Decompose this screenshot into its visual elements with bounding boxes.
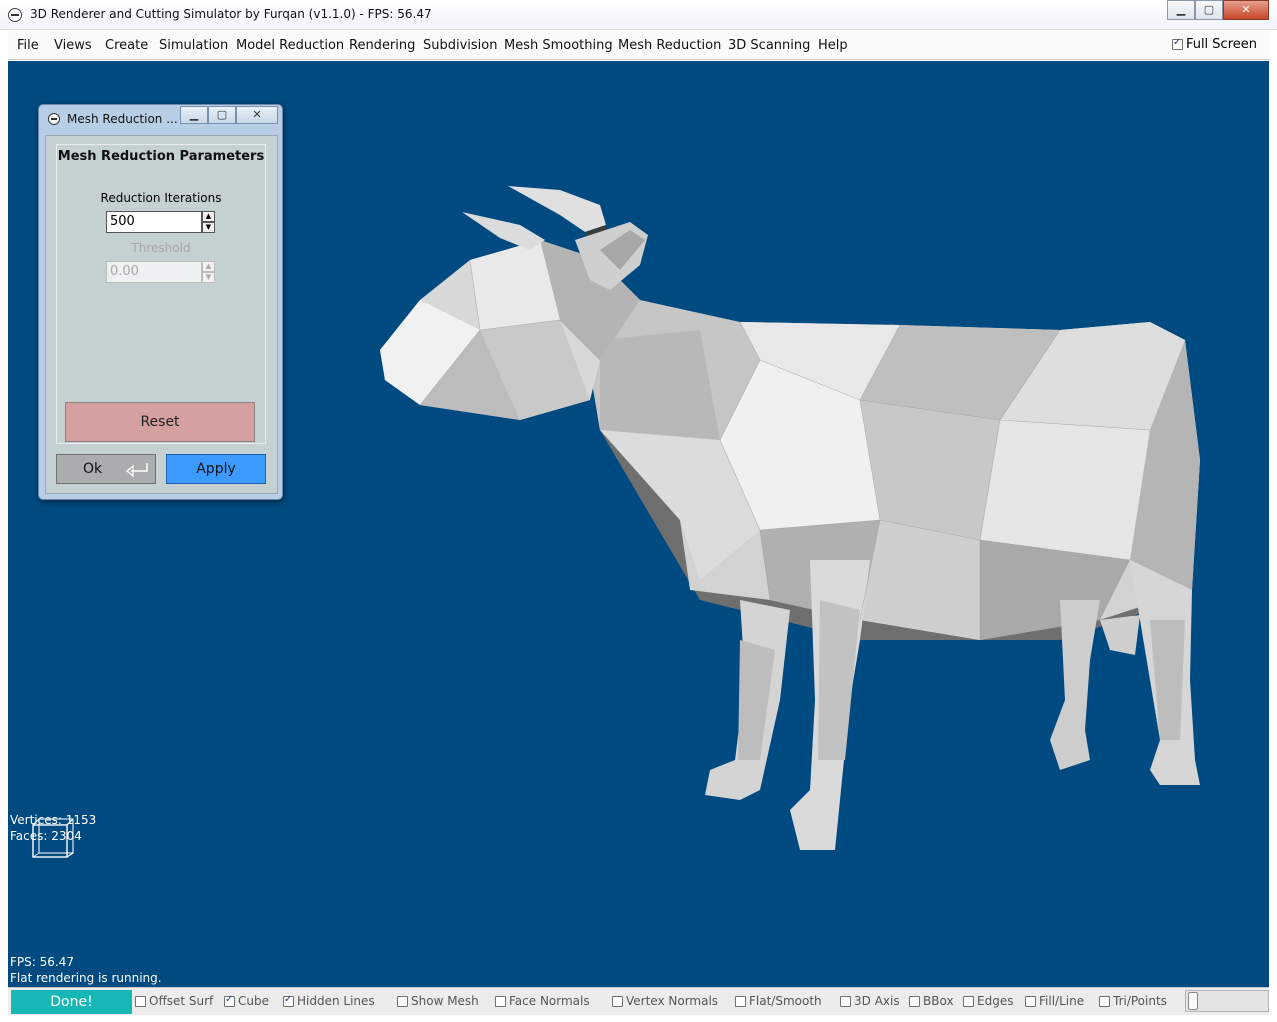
status-text: Flat rendering is running.	[10, 971, 162, 985]
mesh-reduction-dialog[interactable]: Mesh Reduction ... ▁ ▢ ✕ Mesh Reduction …	[38, 104, 283, 500]
dialog-app-icon	[48, 113, 60, 125]
dialog-close-button[interactable]: ✕	[236, 106, 278, 124]
fill-line-label: Fill/Line	[1039, 994, 1085, 1008]
apply-button[interactable]: Apply	[166, 454, 266, 484]
fullscreen-toggle[interactable]: Full Screen	[1171, 37, 1257, 52]
option-tri-points[interactable]: Tri/Points	[1099, 994, 1167, 1008]
option-cube[interactable]: Cube	[224, 994, 269, 1008]
hidden-lines-label: Hidden Lines	[297, 994, 375, 1008]
menu-help[interactable]: Help	[818, 38, 848, 53]
threshold-input[interactable]: 0.00	[106, 261, 202, 283]
iterations-spinbox[interactable]: 500 ▲ ▼	[106, 211, 216, 233]
slider-handle[interactable]	[1188, 992, 1198, 1010]
menu-bar: File Views Create Simulation Model Reduc…	[8, 31, 1269, 60]
menu-model-reduction[interactable]: Model Reduction	[236, 38, 344, 53]
threshold-spinbox[interactable]: 0.00 ▲ ▼	[106, 261, 216, 283]
option-show-mesh[interactable]: Show Mesh	[397, 994, 479, 1008]
hidden-lines-checkbox[interactable]	[283, 994, 294, 1007]
threshold-down-icon[interactable]: ▼	[202, 272, 215, 283]
dialog-maximize-button[interactable]: ▢	[208, 106, 236, 124]
tri-points-checkbox[interactable]	[1099, 995, 1110, 1007]
iterations-down-icon[interactable]: ▼	[202, 222, 215, 233]
reset-button[interactable]: Reset	[65, 402, 255, 442]
3d-axis-label: 3D Axis	[854, 994, 900, 1008]
option-face-normals[interactable]: Face Normals	[495, 994, 590, 1008]
iterations-label: Reduction Iterations	[100, 191, 222, 205]
maximize-button[interactable]: ▢	[1195, 0, 1223, 20]
menu-simulation[interactable]: Simulation	[159, 38, 228, 53]
threshold-label: Threshold	[131, 241, 191, 255]
dialog-controls: ▁ ▢ ✕	[180, 106, 278, 124]
vertex-normals-label: Vertex Normals	[626, 994, 719, 1008]
menu-file[interactable]: File	[17, 38, 39, 53]
orientation-cube-icon	[32, 818, 74, 858]
iterations-spin-arrows: ▲ ▼	[202, 211, 215, 233]
option-hidden-lines[interactable]: Hidden Lines	[283, 994, 375, 1008]
menu-subdivision[interactable]: Subdivision	[423, 38, 498, 53]
window-title: 3D Renderer and Cutting Simulator by Fur…	[30, 7, 432, 21]
offset-surf-label: Offset Surf	[149, 994, 214, 1008]
menu-mesh-reduction[interactable]: Mesh Reduction	[618, 38, 721, 53]
done-button[interactable]: Done!	[11, 990, 132, 1014]
dialog-title: Mesh Reduction ...	[67, 112, 178, 126]
option-flat-smooth[interactable]: Flat/Smooth	[735, 994, 822, 1008]
offset-surf-checkbox[interactable]	[135, 995, 146, 1007]
dialog-body: Mesh Reduction Parameters Reduction Iter…	[45, 135, 278, 494]
threshold-up-icon[interactable]: ▲	[202, 261, 215, 272]
menu-rendering[interactable]: Rendering	[349, 38, 415, 53]
option-3d-axis[interactable]: 3D Axis	[840, 994, 900, 1008]
fullscreen-checkbox[interactable]	[1171, 37, 1183, 50]
iterations-up-icon[interactable]: ▲	[202, 211, 215, 222]
bottom-toolbar: Done! Offset Surf Cube Hidden Lines Show…	[8, 987, 1269, 1015]
window-titlebar[interactable]: 3D Renderer and Cutting Simulator by Fur…	[0, 0, 1277, 30]
bbox-checkbox[interactable]	[909, 995, 920, 1007]
parameters-heading: Mesh Reduction Parameters	[57, 149, 265, 164]
option-vertex-normals[interactable]: Vertex Normals	[612, 994, 718, 1008]
edges-label: Edges	[977, 994, 1014, 1008]
menu-create[interactable]: Create	[105, 38, 148, 53]
show-mesh-label: Show Mesh	[411, 994, 479, 1008]
minimize-button[interactable]: ▁	[1167, 0, 1195, 20]
enter-key-icon	[125, 463, 148, 477]
option-offset-surf[interactable]: Offset Surf	[135, 994, 213, 1008]
window-controls: ▁ ▢ ✕	[1167, 0, 1269, 20]
menu-3d-scanning[interactable]: 3D Scanning	[728, 38, 810, 53]
iterations-input[interactable]: 500	[106, 211, 202, 233]
flat-smooth-checkbox[interactable]	[735, 995, 746, 1007]
cube-checkbox[interactable]	[224, 994, 235, 1007]
fps-readout: FPS: 56.47	[10, 955, 74, 969]
close-button[interactable]: ✕	[1223, 0, 1269, 20]
edges-checkbox[interactable]	[963, 995, 974, 1007]
dialog-titlebar[interactable]: Mesh Reduction ... ▁ ▢ ✕	[39, 105, 282, 131]
tri-points-label: Tri/Points	[1113, 994, 1167, 1008]
ok-button[interactable]: Ok	[56, 454, 156, 484]
option-edges[interactable]: Edges	[963, 994, 1013, 1008]
threshold-spin-arrows: ▲ ▼	[202, 261, 215, 283]
vertex-normals-checkbox[interactable]	[612, 995, 623, 1007]
parameters-group: Mesh Reduction Parameters Reduction Iter…	[56, 144, 266, 444]
option-fill-line[interactable]: Fill/Line	[1025, 994, 1084, 1008]
flat-smooth-label: Flat/Smooth	[749, 994, 822, 1008]
ok-button-label: Ok	[83, 461, 103, 477]
cube-label: Cube	[238, 994, 269, 1008]
app-icon	[8, 8, 22, 22]
menu-mesh-smoothing[interactable]: Mesh Smoothing	[504, 38, 613, 53]
fill-line-checkbox[interactable]	[1025, 995, 1036, 1007]
3d-axis-checkbox[interactable]	[840, 995, 851, 1007]
bbox-label: BBox	[923, 994, 954, 1008]
dialog-minimize-button[interactable]: ▁	[180, 106, 208, 124]
bottom-slider[interactable]	[1185, 990, 1269, 1012]
option-bbox[interactable]: BBox	[909, 994, 954, 1008]
face-normals-label: Face Normals	[509, 994, 590, 1008]
menu-views[interactable]: Views	[54, 38, 92, 53]
face-normals-checkbox[interactable]	[495, 995, 506, 1007]
show-mesh-checkbox[interactable]	[397, 995, 408, 1007]
fullscreen-label: Full Screen	[1185, 37, 1257, 52]
